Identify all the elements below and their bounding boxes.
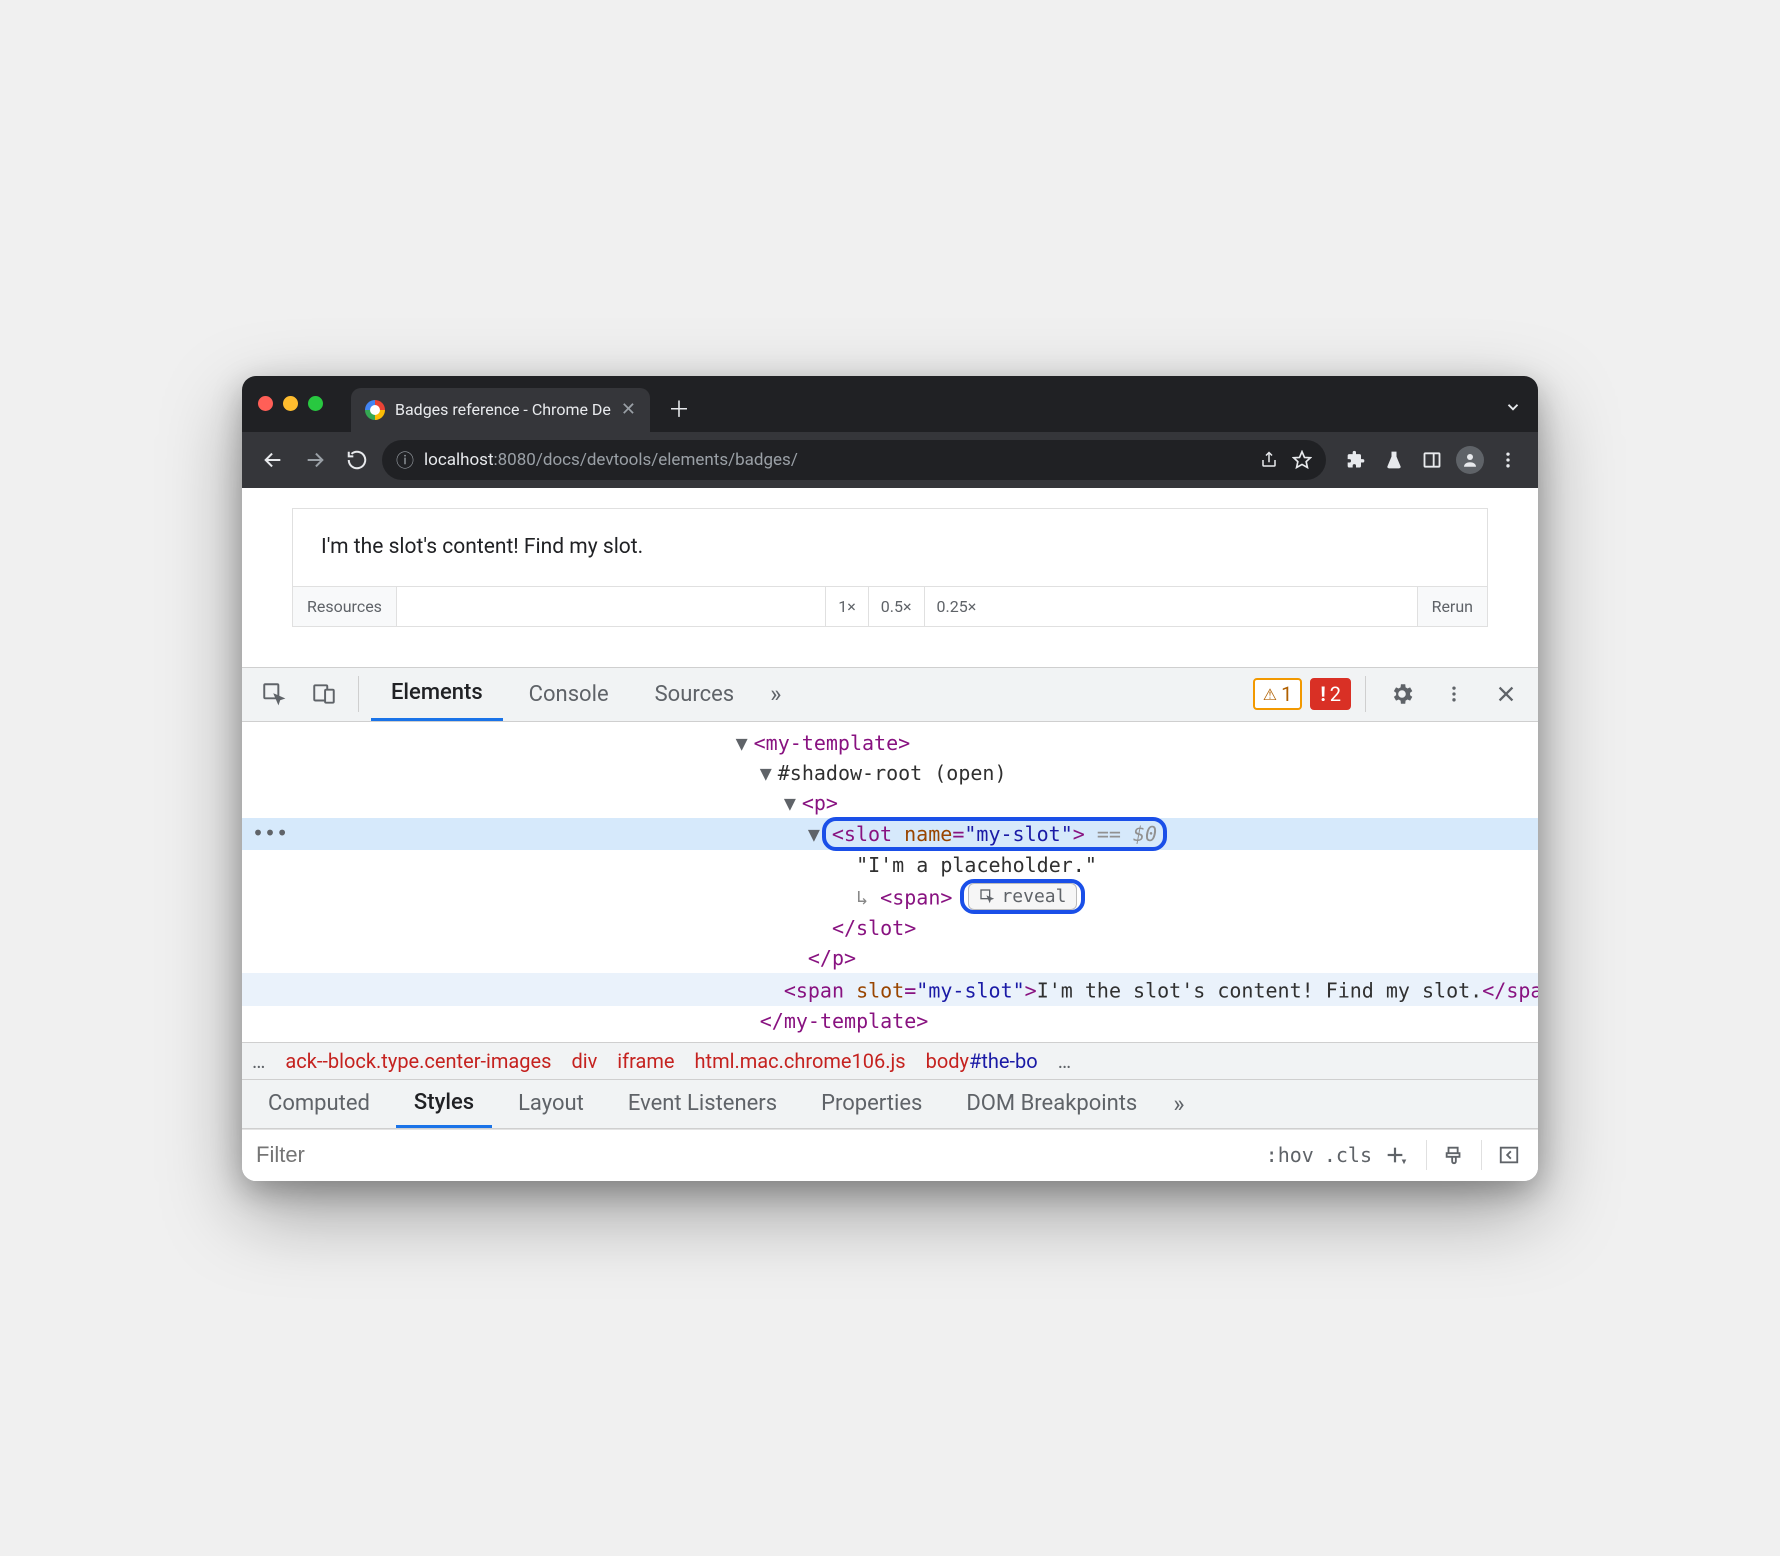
minimize-window-button[interactable]	[283, 396, 298, 411]
warnings-badge[interactable]: ⚠1	[1253, 678, 1303, 710]
demo-frame: I'm the slot's content! Find my slot. Re…	[292, 508, 1488, 627]
error-icon: !	[1320, 682, 1325, 706]
browser-tab[interactable]: Badges reference - Chrome De ✕	[351, 388, 650, 432]
address-bar[interactable]: ⓘ localhost:8080/docs/devtools/elements/…	[382, 440, 1326, 480]
styles-filter-input[interactable]	[242, 1142, 1266, 1168]
demo-body-text: I'm the slot's content! Find my slot.	[293, 509, 1487, 586]
breadcrumb-item[interactable]: html.mac.chrome106.js	[695, 1049, 906, 1073]
labs-flask-icon[interactable]	[1378, 444, 1410, 476]
dom-node-assigned-span[interactable]: ↳ <span> reveal	[242, 880, 1538, 913]
tab-title: Badges reference - Chrome De	[395, 400, 611, 419]
browser-window: Badges reference - Chrome De ✕ ＋ ⓘ local…	[242, 376, 1538, 1181]
devtools-panel: Elements Console Sources » ⚠1 !2	[242, 667, 1538, 1181]
dom-node-my-template-close[interactable]: </my-template>	[242, 1006, 1538, 1036]
zoom-0-5x[interactable]: 0.5×	[868, 587, 924, 626]
tab-sources[interactable]: Sources	[635, 668, 755, 721]
device-toggle-icon[interactable]	[302, 672, 346, 716]
devtools-close-icon[interactable]	[1484, 672, 1528, 716]
tab-event-listeners[interactable]: Event Listeners	[610, 1080, 795, 1128]
new-tab-button[interactable]: ＋	[668, 392, 690, 424]
dom-node-slot-close[interactable]: </slot>	[242, 913, 1538, 943]
inspect-element-icon[interactable]	[252, 672, 296, 716]
styles-tabs-overflow-icon[interactable]: »	[1163, 1090, 1194, 1118]
tab-computed[interactable]: Computed	[250, 1080, 388, 1128]
window-controls	[258, 396, 323, 411]
dom-node-placeholder-text[interactable]: "I'm a placeholder."	[242, 850, 1538, 880]
forward-button[interactable]	[298, 443, 332, 477]
tab-close-icon[interactable]: ✕	[621, 399, 636, 420]
cls-toggle[interactable]: .cls	[1324, 1143, 1372, 1167]
tab-console[interactable]: Console	[509, 668, 629, 721]
breadcrumb-item[interactable]: body#the-bo	[926, 1049, 1038, 1073]
settings-gear-icon[interactable]	[1380, 672, 1424, 716]
kebab-menu-icon[interactable]	[1492, 444, 1524, 476]
profile-avatar[interactable]	[1454, 444, 1486, 476]
tab-elements[interactable]: Elements	[371, 668, 503, 721]
collapse-ellipsis-icon[interactable]: •••	[252, 821, 288, 845]
dom-node-span-slotted[interactable]: <span slot="my-slot">I'm the slot's cont…	[242, 973, 1538, 1006]
maximize-window-button[interactable]	[308, 396, 323, 411]
devtools-tabbar: Elements Console Sources » ⚠1 !2	[242, 668, 1538, 722]
dom-node-shadow-root[interactable]: ▼#shadow-root (open)	[242, 758, 1538, 788]
breadcrumb-item[interactable]: iframe	[617, 1049, 674, 1073]
tab-styles[interactable]: Styles	[396, 1080, 492, 1128]
styles-tabbar: Computed Styles Layout Event Listeners P…	[242, 1079, 1538, 1129]
page-viewport: I'm the slot's content! Find my slot. Re…	[242, 488, 1538, 667]
dom-node-my-template[interactable]: ▼<my-template>	[242, 728, 1538, 758]
rerun-button[interactable]: Rerun	[1417, 587, 1487, 626]
bookmark-star-icon[interactable]	[1292, 450, 1312, 470]
styles-filter-bar: :hov .cls ▾	[242, 1129, 1538, 1181]
paintbrush-icon[interactable]	[1437, 1138, 1471, 1172]
breadcrumb-item[interactable]: div	[571, 1049, 597, 1073]
titlebar: Badges reference - Chrome De ✕ ＋	[242, 376, 1538, 432]
toolbar-actions	[1340, 444, 1524, 476]
reveal-badge[interactable]: reveal	[968, 883, 1077, 910]
dom-breadcrumb[interactable]: … ack--block.type.center-images div ifra…	[242, 1042, 1538, 1079]
site-info-icon[interactable]: ⓘ	[396, 447, 414, 473]
browser-toolbar: ⓘ localhost:8080/docs/devtools/elements/…	[242, 432, 1538, 488]
devtools-kebab-icon[interactable]	[1432, 672, 1476, 716]
new-style-rule-icon[interactable]: ▾	[1382, 1138, 1416, 1172]
extensions-icon[interactable]	[1340, 444, 1372, 476]
dom-node-p-close[interactable]: </p>	[242, 943, 1538, 973]
tab-properties[interactable]: Properties	[803, 1080, 940, 1128]
share-icon[interactable]	[1260, 451, 1278, 469]
reload-button[interactable]	[340, 443, 374, 477]
chrome-icon	[365, 400, 385, 420]
zoom-1x[interactable]: 1×	[825, 587, 868, 626]
back-button[interactable]	[256, 443, 290, 477]
resources-button[interactable]: Resources	[293, 587, 397, 626]
warning-icon: ⚠	[1263, 685, 1277, 704]
tab-layout[interactable]: Layout	[500, 1080, 602, 1128]
breadcrumb-overflow-left[interactable]: …	[252, 1049, 265, 1073]
breadcrumb-item[interactable]: ack--block.type.center-images	[285, 1049, 551, 1073]
zoom-0-25x[interactable]: 0.25×	[924, 587, 989, 626]
tab-dom-breakpoints[interactable]: DOM Breakpoints	[948, 1080, 1155, 1128]
close-window-button[interactable]	[258, 396, 273, 411]
hov-toggle[interactable]: :hov	[1266, 1143, 1314, 1167]
tabs-overflow-icon[interactable]: »	[760, 680, 791, 708]
demo-footer: Resources 1× 0.5× 0.25× Rerun	[293, 586, 1487, 626]
tabs-chevron-down-icon[interactable]	[1504, 398, 1522, 416]
computed-panel-toggle-icon[interactable]	[1492, 1138, 1526, 1172]
breadcrumb-overflow-right[interactable]: …	[1058, 1049, 1071, 1073]
dom-tree[interactable]: ▼<my-template> ▼#shadow-root (open) ▼<p>…	[242, 722, 1538, 1042]
errors-badge[interactable]: !2	[1310, 678, 1351, 710]
dom-node-p[interactable]: ▼<p>	[242, 788, 1538, 818]
dom-node-slot-selected[interactable]: ••• ▼<slot name="my-slot"> == $0	[242, 818, 1538, 850]
side-panel-icon[interactable]	[1416, 444, 1448, 476]
url-text: localhost:8080/docs/devtools/elements/ba…	[424, 450, 798, 470]
